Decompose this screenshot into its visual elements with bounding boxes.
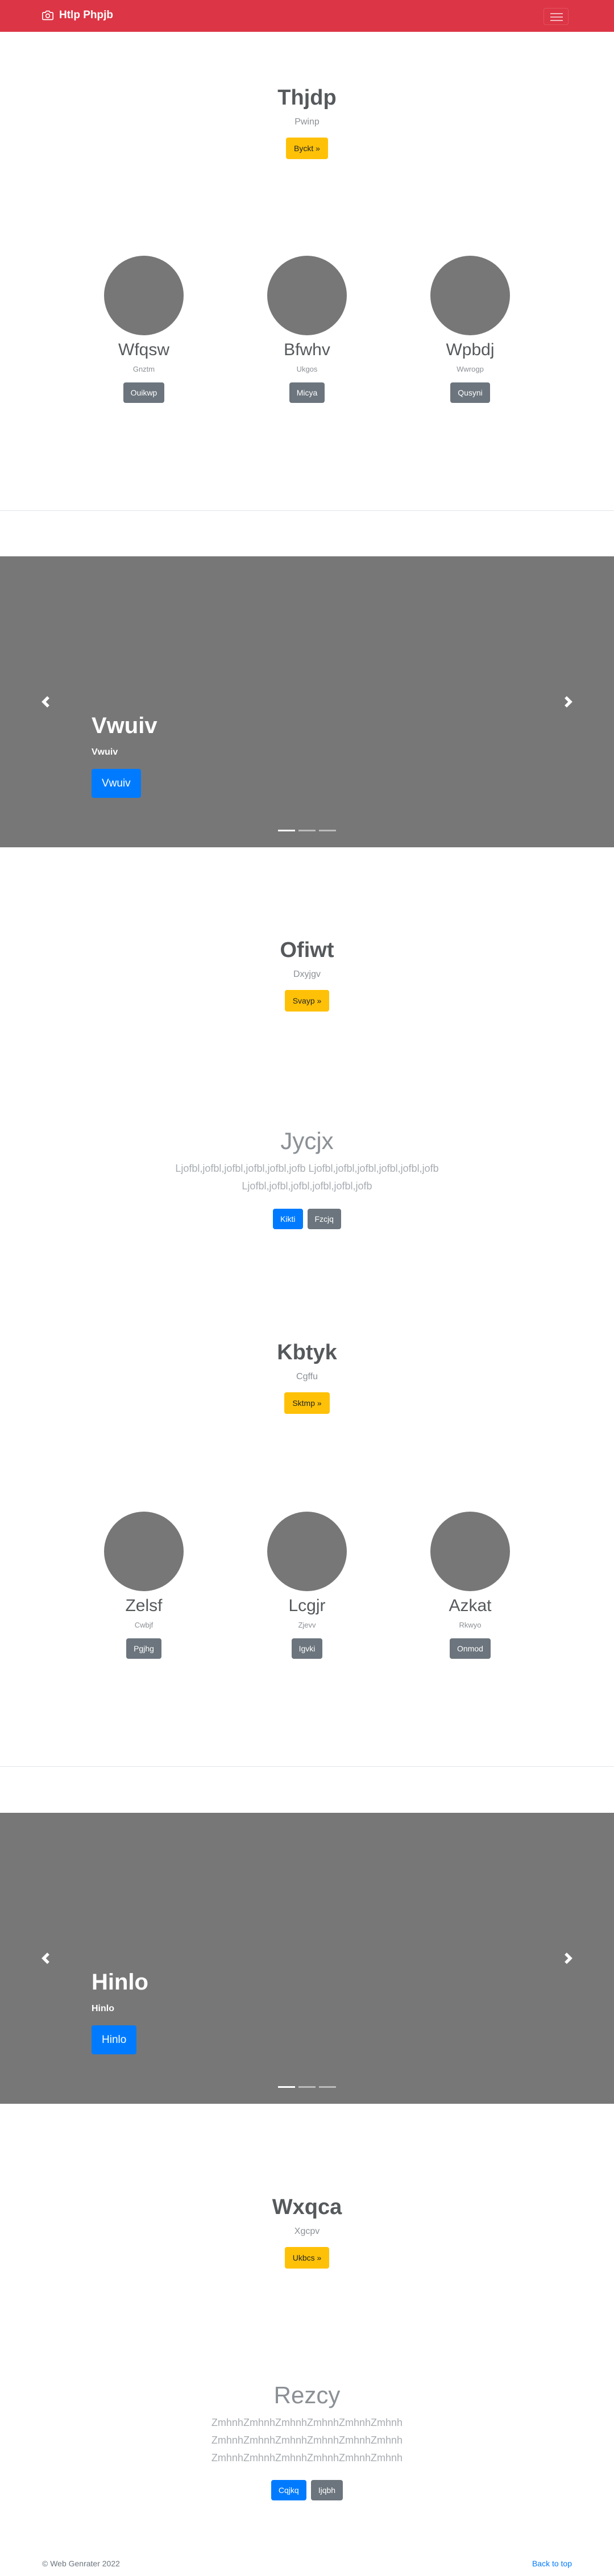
carousel-indicator[interactable] (298, 2086, 316, 2088)
lead-title: Rezcy (273, 2382, 341, 2408)
carousel-indicator[interactable] (278, 2086, 295, 2088)
profile-subtitle: Gnztm (132, 365, 155, 373)
lead-text-line: ZmhnhZmhnhZmhnhZmhnhZmhnhZmhnh (211, 2434, 403, 2446)
back-to-top-link[interactable]: Back to top (532, 2559, 572, 2568)
profile-subtitle: Zjevv (298, 1621, 316, 1629)
hero-title: Thjdp (277, 86, 337, 110)
menu-toggle-button[interactable] (544, 8, 569, 25)
chevron-left-icon[interactable] (40, 1953, 51, 1964)
profile-subtitle: Wwrogp (457, 365, 484, 373)
carousel-subtitle: Hinlo (92, 2004, 114, 2013)
carousel-indicator[interactable] (319, 2086, 336, 2088)
carousel-indicator[interactable] (298, 830, 316, 831)
carousel: Vwuiv Vwuiv Vwuiv (0, 556, 614, 847)
hero-subtitle: Xgcpv (294, 2226, 320, 2236)
hero-section-4: Wxqca Xgcpv Ukbcs » (0, 2195, 614, 2269)
carousel-title: Hinlo (92, 1970, 148, 1995)
lead-primary-button[interactable]: Kikti (273, 1208, 303, 1229)
lead-text-line: ZmhnhZmhnhZmhnhZmhnhZmhnhZmhnh (211, 2452, 403, 2463)
hero-section-2: Ofiwt Dxyjgv Svayp » (0, 938, 614, 1012)
hero-button[interactable]: Ukbcs » (284, 2246, 330, 2269)
profile-button[interactable]: Micya (289, 382, 325, 403)
brand-label: Htlp Phpjb (59, 9, 113, 21)
lead-section-2: Rezcy ZmhnhZmhnhZmhnhZmhnhZmhnhZmhnh Zmh… (0, 2381, 614, 2501)
carousel-button[interactable]: Vwuiv (92, 769, 141, 798)
profile-name: Bfwhv (284, 340, 330, 359)
profile-name: Zelsf (125, 1596, 163, 1615)
profile-name: Wfqsw (118, 340, 169, 359)
profile-subtitle: Ukgos (296, 365, 318, 373)
lead-secondary-button[interactable]: Fzcjq (307, 1208, 341, 1229)
avatar (104, 256, 184, 335)
profile-card: Zelsf Cwbjf Pgjhg (59, 1512, 229, 1659)
chevron-right-icon[interactable] (563, 1953, 574, 1964)
chevron-right-icon[interactable] (563, 696, 574, 708)
chevron-left-icon[interactable] (40, 696, 51, 708)
section-divider (0, 510, 614, 511)
hero-subtitle: Cgffu (296, 1371, 318, 1381)
hamburger-icon (550, 13, 563, 14)
hero-button[interactable]: Sktmp » (284, 1392, 330, 1414)
hero-section-1: Thjdp Pwinp Byckt » (0, 85, 614, 159)
footer-copyright: © Web Genrater 2022 (42, 2559, 120, 2568)
lead-text-line: ZmhnhZmhnhZmhnhZmhnhZmhnhZmhnh (211, 2417, 403, 2429)
carousel-indicators (0, 830, 614, 831)
lead-text-line: Ljofbl,jofbl,jofbl,jofbl,jofbl,jofb Ljof… (175, 1163, 439, 1175)
carousel-indicator[interactable] (319, 830, 336, 831)
hero-section-3: Kbtyk Cgffu Sktmp » (0, 1340, 614, 1414)
profile-button[interactable]: Onmod (450, 1638, 491, 1659)
lead-text: ZmhnhZmhnhZmhnhZmhnhZmhnhZmhnh ZmhnhZmhn… (0, 2414, 614, 2466)
lead-secondary-button[interactable]: Ijqbh (310, 2480, 343, 2501)
profile-card: Wfqsw Gnztm Ouikwp (59, 256, 229, 403)
section-divider (0, 1766, 614, 1767)
profile-card: Wpbdj Wwrogp Qusyni (385, 256, 555, 403)
avatar (430, 256, 510, 335)
lead-text: Ljofbl,jofbl,jofbl,jofbl,jofbl,jofb Ljof… (0, 1160, 614, 1195)
profile-button[interactable]: Pgjhg (126, 1638, 161, 1659)
avatar (430, 1512, 510, 1591)
profile-name: Wpbdj (446, 340, 495, 359)
profile-subtitle: Cwbjf (134, 1621, 154, 1629)
lead-primary-button[interactable]: Cqjkq (271, 2480, 306, 2501)
avatar (104, 1512, 184, 1591)
hero-button[interactable]: Byckt » (286, 137, 328, 159)
avatar (267, 1512, 347, 1591)
lead-text-line: Ljofbl,jofbl,jofbl,jofbl,jofbl,jofb (242, 1180, 372, 1192)
profile-button[interactable]: Qusyni (450, 382, 490, 403)
hero-subtitle: Dxyjgv (293, 969, 321, 979)
profile-card: Lcgjr Zjevv Igvki (222, 1512, 392, 1659)
profile-subtitle: Rkwyo (459, 1621, 482, 1629)
carousel-title: Vwuiv (92, 713, 157, 738)
profile-card: Azkat Rkwyo Onmod (385, 1512, 555, 1659)
navbar-brand[interactable]: Htlp Phpjb (42, 9, 113, 22)
navbar: Htlp Phpjb (0, 0, 614, 32)
hero-button[interactable]: Svayp » (284, 989, 330, 1012)
lead-title: Jycjx (280, 1127, 334, 1154)
lead-section-1: Jycjx Ljofbl,jofbl,jofbl,jofbl,jofbl,jof… (0, 1127, 614, 1229)
carousel-caption: Hinlo Hinlo Hinlo (92, 1969, 148, 2054)
carousel-caption: Vwuiv Vwuiv Vwuiv (92, 712, 157, 798)
carousel-button[interactable]: Hinlo (92, 2025, 137, 2054)
profile-card: Bfwhv Ukgos Micya (222, 256, 392, 403)
profile-button[interactable]: Ouikwp (123, 382, 165, 403)
hero-title: Ofiwt (280, 938, 334, 962)
camera-icon (42, 10, 53, 20)
footer: © Web Genrater 2022 Back to top (0, 2554, 614, 2576)
hero-title: Wxqca (272, 2195, 342, 2219)
carousel-indicators (0, 2086, 614, 2088)
profile-name: Azkat (449, 1596, 492, 1615)
profile-name: Lcgjr (288, 1596, 326, 1615)
hero-subtitle: Pwinp (294, 116, 320, 127)
hero-title: Kbtyk (277, 1341, 337, 1364)
profile-button[interactable]: Igvki (291, 1638, 323, 1659)
avatar (267, 256, 347, 335)
carousel: Hinlo Hinlo Hinlo (0, 1813, 614, 2104)
carousel-subtitle: Vwuiv (92, 747, 118, 757)
carousel-indicator[interactable] (278, 830, 295, 831)
